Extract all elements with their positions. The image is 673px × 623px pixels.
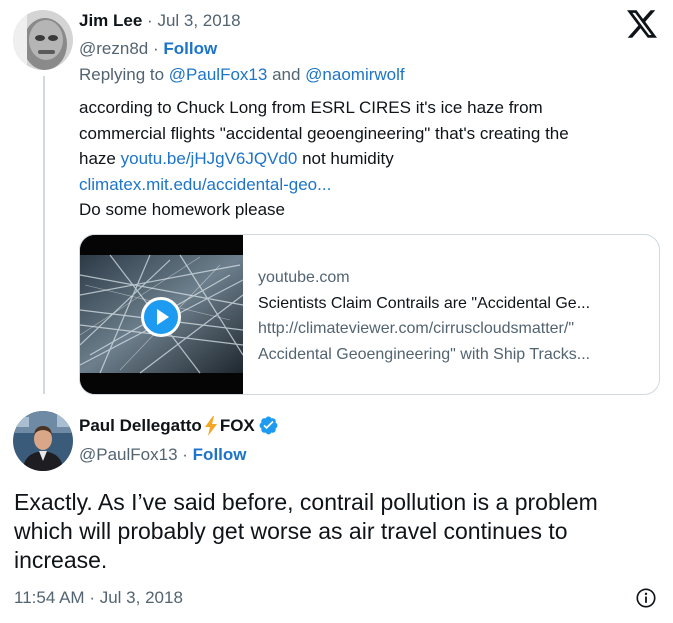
- main-handle[interactable]: @PaulFox13: [79, 445, 178, 464]
- reply-text-line: Do some homework please: [79, 200, 285, 220]
- main-handle-row: @PaulFox13 · Follow: [79, 445, 247, 465]
- reply-text-fragment: haze: [79, 149, 116, 169]
- reply-handle-row: @rezn8d · Follow: [79, 39, 217, 59]
- separator: ·: [147, 11, 153, 30]
- video-thumbnail[interactable]: [80, 235, 243, 394]
- reply-text-fragment: not humidity: [302, 149, 394, 169]
- lightning-bolt-icon: [204, 415, 218, 436]
- link-card-description: http://climateviewer.com/cirruscloudsmat…: [258, 320, 574, 338]
- climatex-link[interactable]: climatex.mit.edu/accidental-geo...: [79, 172, 649, 198]
- reply-handle[interactable]: @rezn8d: [79, 39, 148, 58]
- link-card-domain: youtube.com: [258, 269, 350, 286]
- main-author-name-suffix[interactable]: FOX: [220, 416, 255, 436]
- main-tweet-header: Paul Dellegatto FOX: [79, 415, 279, 436]
- reply-text: according to Chuck Long from ESRL CIRES …: [79, 95, 649, 223]
- follow-button-reply[interactable]: Follow: [163, 39, 217, 58]
- reply-date[interactable]: Jul 3, 2018: [157, 11, 240, 30]
- timestamp-time: 11:54 AM: [14, 588, 85, 607]
- reply-header: Jim Lee · Jul 3, 2018: [79, 11, 241, 31]
- main-author-name[interactable]: Paul Dellegatto: [79, 416, 202, 436]
- reply-author-name[interactable]: Jim Lee: [79, 11, 142, 30]
- play-icon[interactable]: [141, 297, 181, 337]
- mention-naomirwolf[interactable]: @naomirwolf: [305, 65, 404, 84]
- avatar-paul-dellegatto[interactable]: [13, 411, 73, 471]
- replying-prefix: Replying to: [79, 65, 165, 84]
- thread-connector-line: [43, 76, 45, 394]
- reply-text-line: haze youtu.be/jHJgV6JQVd0 not humidity: [79, 146, 649, 172]
- main-tweet-text: Exactly. As I’ve said before, contrail p…: [14, 488, 664, 575]
- timestamp-date: Jul 3, 2018: [99, 588, 183, 607]
- separator: ·: [89, 588, 95, 607]
- main-text-line: Exactly. As I’ve said before, contrail p…: [14, 489, 598, 515]
- mention-paulfox13[interactable]: @PaulFox13: [169, 65, 268, 84]
- info-icon[interactable]: [635, 587, 657, 614]
- main-timestamp[interactable]: 11:54 AM · Jul 3, 2018: [14, 588, 183, 608]
- reply-text-line: commercial flights "accidental geoengine…: [79, 123, 569, 143]
- main-text-line: which will probably get worse as air tra…: [14, 518, 568, 544]
- replying-to: Replying to @PaulFox13 and @naomirwolf: [79, 65, 405, 85]
- follow-button-main[interactable]: Follow: [193, 445, 247, 464]
- reply-text-line: according to Chuck Long from ESRL CIRES …: [79, 98, 543, 117]
- youtube-link[interactable]: youtu.be/jHJgV6JQVd0: [121, 149, 298, 168]
- replying-and: and: [272, 65, 301, 84]
- separator: ·: [152, 39, 159, 58]
- verified-badge-icon[interactable]: [258, 415, 279, 436]
- link-card-text: youtube.com Scientists Claim Contrails a…: [258, 265, 653, 367]
- link-preview-card[interactable]: youtube.com Scientists Claim Contrails a…: [79, 234, 660, 395]
- main-text-line: increase.: [14, 547, 108, 573]
- separator: ·: [182, 445, 188, 464]
- avatar-jim-lee[interactable]: [13, 10, 73, 70]
- x-logo-icon[interactable]: [627, 10, 657, 43]
- link-card-title: Scientists Claim Contrails are "Accident…: [258, 294, 591, 312]
- link-card-description: Accidental Geoengineering" with Ship Tra…: [258, 345, 591, 363]
